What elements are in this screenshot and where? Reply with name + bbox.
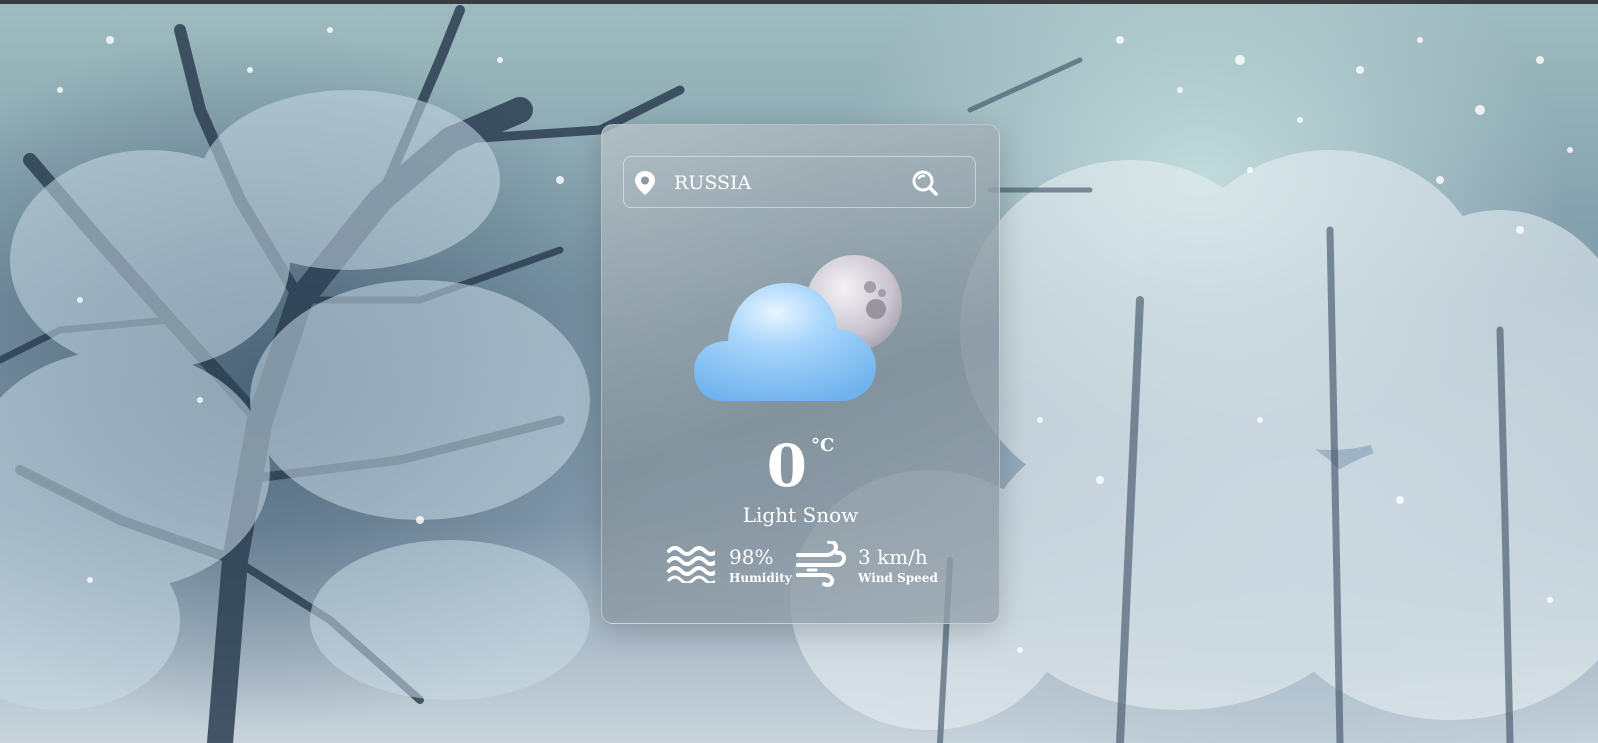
temperature-value: 0 (766, 432, 808, 500)
humidity-value: 98% (729, 545, 774, 569)
temperature-display: 0 °C (602, 435, 999, 497)
wind-value: 3 km/h (858, 545, 928, 569)
map-pin-icon (634, 170, 656, 200)
location-input[interactable] (672, 167, 906, 199)
temperature-unit: °C (811, 435, 835, 456)
search-icon[interactable] (910, 168, 940, 198)
humidity-label: Humidity (729, 571, 792, 585)
weather-description: Light Snow (742, 503, 859, 527)
cloud-moon-icon (694, 253, 904, 417)
wind-label: Wind Speed (858, 571, 938, 585)
waves-icon (667, 545, 719, 587)
search-box (623, 156, 976, 208)
weather-card: 0°C Light Snow 98% Humidity 3 km/h Wind … (601, 124, 1000, 624)
wind-icon (796, 539, 847, 591)
